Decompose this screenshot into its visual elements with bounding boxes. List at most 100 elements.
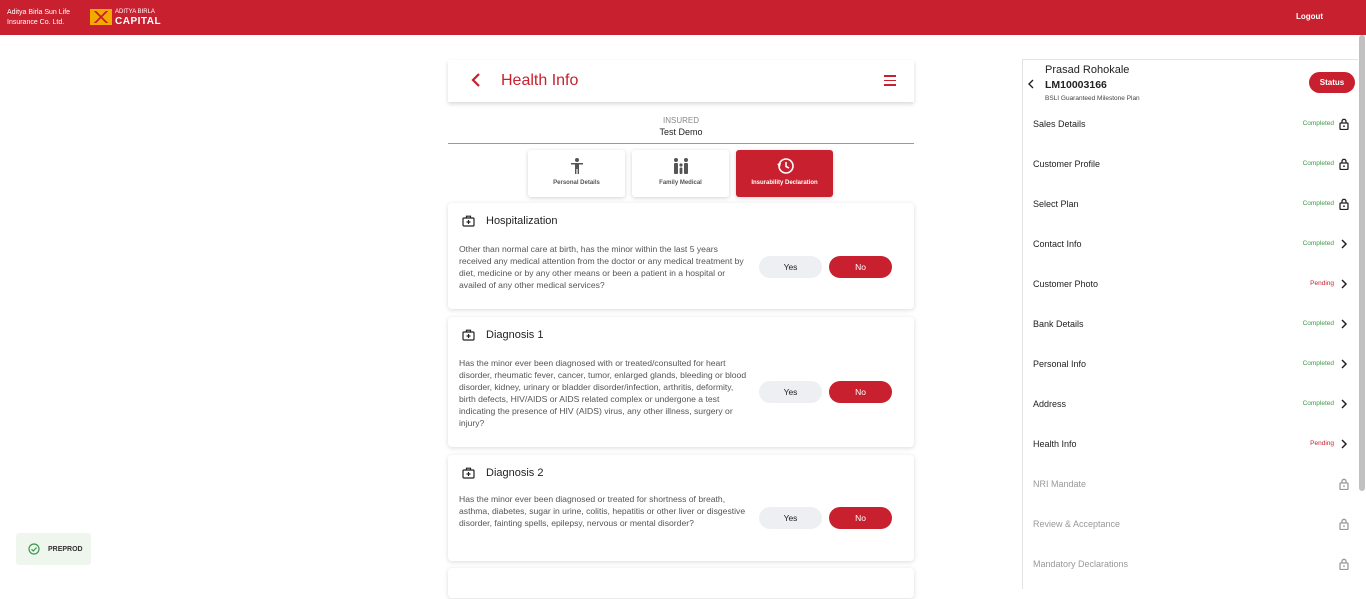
- environment-badge: PREPROD: [16, 533, 91, 565]
- no-button[interactable]: No: [829, 256, 892, 278]
- lock-icon: [1339, 117, 1349, 131]
- customer-name: Prasad Rohokale: [1045, 64, 1130, 76]
- logout-button[interactable]: Logout: [1296, 12, 1323, 21]
- divider: [448, 143, 914, 144]
- lock-icon: [1339, 517, 1349, 531]
- no-button[interactable]: No: [829, 381, 892, 403]
- sidebar-item-status: Completed: [1302, 400, 1334, 407]
- hamburger-menu-icon: [884, 75, 896, 77]
- lock-icon: [1339, 557, 1349, 571]
- brand-line-2: Insurance Co. Ltd.: [7, 19, 65, 26]
- chevron-left-icon: [1028, 79, 1034, 89]
- page-header: Health Info: [448, 60, 914, 102]
- no-button[interactable]: No: [829, 507, 892, 529]
- environment-label: PREPROD: [48, 545, 83, 553]
- question-text: Other than normal care at birth, has the…: [459, 244, 744, 290]
- medical-bag-icon: [462, 467, 475, 479]
- sidebar-item-mandatory-declarations[interactable]: Mandatory Declarations: [1023, 557, 1359, 599]
- plan-name: BSLI Guaranteed Milestone Plan: [1045, 95, 1140, 102]
- insured-info: INSURED Test Demo: [448, 116, 914, 137]
- sidebar-item-sales-details[interactable]: Sales Details Completed: [1023, 117, 1359, 159]
- lock-icon: [1339, 157, 1349, 171]
- sidebar-item-label: Review & Acceptance: [1033, 519, 1121, 529]
- sidebar-item-select-plan[interactable]: Select Plan Completed: [1023, 197, 1359, 239]
- sidebar-item-label: Personal Info: [1033, 359, 1087, 369]
- insured-label: INSURED: [662, 116, 699, 125]
- sidebar-item-customer-profile[interactable]: Customer Profile Completed: [1023, 157, 1359, 199]
- yes-button[interactable]: Yes: [759, 381, 822, 403]
- insured-name: Test Demo: [659, 127, 703, 137]
- sidebar-item-customer-photo[interactable]: Customer Photo Pending: [1023, 279, 1359, 319]
- sidebar-item-label: Mandatory Declarations: [1033, 559, 1129, 569]
- tab-personal-details[interactable]: Personal Details: [528, 150, 625, 197]
- chevron-right-icon: [1339, 277, 1349, 289]
- sidebar-item-label: Bank Details: [1033, 319, 1084, 329]
- question-text: Has the minor ever been diagnosed or tre…: [459, 494, 746, 528]
- sidebar-item-nri-mandate[interactable]: NRI Mandate: [1023, 477, 1359, 519]
- question-card-hospitalization: Hospitalization Other than normal care a…: [448, 203, 914, 309]
- lead-id: LM10003166: [1045, 79, 1107, 91]
- medical-bag-icon: [462, 215, 475, 227]
- sidebar-item-label: Customer Profile: [1033, 159, 1101, 169]
- chevron-right-icon: [1339, 397, 1349, 409]
- question-card: [448, 568, 914, 598]
- sidebar-item-address[interactable]: Address Completed: [1023, 399, 1359, 439]
- question-card-diagnosis-2: Diagnosis 2 Has the minor ever been diag…: [448, 455, 914, 561]
- sidebar-item-label: NRI Mandate: [1033, 479, 1087, 489]
- aditya-birla-capital-logo: ADITYA BIRLA CAPITAL: [90, 8, 162, 27]
- yes-no-toggle: Yes No: [759, 381, 892, 403]
- lock-icon: [1339, 477, 1349, 491]
- sidebar-item-status: Completed: [1302, 200, 1334, 207]
- medical-bag-icon: [462, 329, 475, 341]
- top-bar: Aditya Birla Sun Life Insurance Co. Ltd.…: [0, 0, 1366, 35]
- person-icon: [570, 158, 583, 174]
- sidebar-item-label: Health Info: [1033, 439, 1077, 449]
- tab-label: Personal Details: [553, 180, 600, 186]
- back-button[interactable]: [470, 71, 484, 89]
- chevron-right-icon: [1339, 317, 1349, 329]
- sidebar-item-status: Pending: [1310, 440, 1334, 447]
- yes-no-toggle: Yes No: [759, 507, 892, 529]
- capital-logo-main: CAPITAL: [115, 16, 162, 27]
- chevron-right-icon: [1339, 237, 1349, 249]
- sidebar-item-bank-details[interactable]: Bank Details Completed: [1023, 319, 1359, 359]
- hamburger-line: [884, 84, 896, 86]
- question-card-diagnosis-1: Diagnosis 1 Has the minor ever been diag…: [448, 317, 914, 447]
- yes-button[interactable]: Yes: [759, 256, 822, 278]
- hamburger-menu-button[interactable]: [884, 75, 896, 87]
- capital-logo-icon: [90, 9, 112, 25]
- question-title: Diagnosis 1: [486, 329, 544, 341]
- hamburger-line: [884, 79, 896, 82]
- scrollbar[interactable]: [1359, 35, 1365, 491]
- question-title: Hospitalization: [486, 215, 558, 227]
- sidebar-item-label: Address: [1033, 399, 1067, 409]
- progress-sidebar: Prasad Rohokale LM10003166 BSLI Guarante…: [1022, 59, 1358, 589]
- absli-logo: Aditya Birla Sun Life Insurance Co. Ltd.: [7, 8, 81, 28]
- sidebar-item-status: Completed: [1302, 320, 1334, 327]
- sidebar-item-review-acceptance[interactable]: Review & Acceptance: [1023, 517, 1359, 559]
- yes-no-toggle: Yes No: [759, 256, 892, 278]
- health-tabs: Personal Details Family Medical Insurabi…: [528, 150, 833, 197]
- sidebar-item-label: Contact Info: [1033, 239, 1082, 249]
- tab-insurability-declaration[interactable]: Insurability Declaration: [736, 150, 833, 197]
- yes-button[interactable]: Yes: [759, 507, 822, 529]
- sidebar-item-personal-info[interactable]: Personal Info Completed: [1023, 359, 1359, 399]
- sidebar-item-label: Sales Details: [1033, 119, 1086, 129]
- sidebar-item-status: Completed: [1302, 160, 1334, 167]
- family-icon: [673, 158, 688, 174]
- page-title: Health Info: [501, 72, 579, 89]
- status-button[interactable]: Status: [1309, 72, 1355, 93]
- sidebar-collapse-button[interactable]: [1027, 76, 1035, 94]
- sidebar-item-health-info[interactable]: Health Info Pending: [1023, 439, 1359, 479]
- question-text: Has the minor ever been diagnosed with o…: [459, 358, 747, 428]
- sidebar-item-status: Pending: [1310, 280, 1334, 287]
- sidebar-item-label: Select Plan: [1033, 199, 1079, 209]
- brand-line-1: Aditya Birla Sun Life: [7, 9, 71, 16]
- tab-family-medical[interactable]: Family Medical: [632, 150, 729, 197]
- chevron-right-icon: [1339, 437, 1349, 449]
- tab-label: Family Medical: [659, 180, 702, 186]
- lock-icon: [1339, 197, 1349, 211]
- sidebar-item-contact-info[interactable]: Contact Info Completed: [1023, 239, 1359, 279]
- chevron-left-icon: [471, 73, 480, 87]
- sidebar-item-status: Completed: [1302, 240, 1334, 247]
